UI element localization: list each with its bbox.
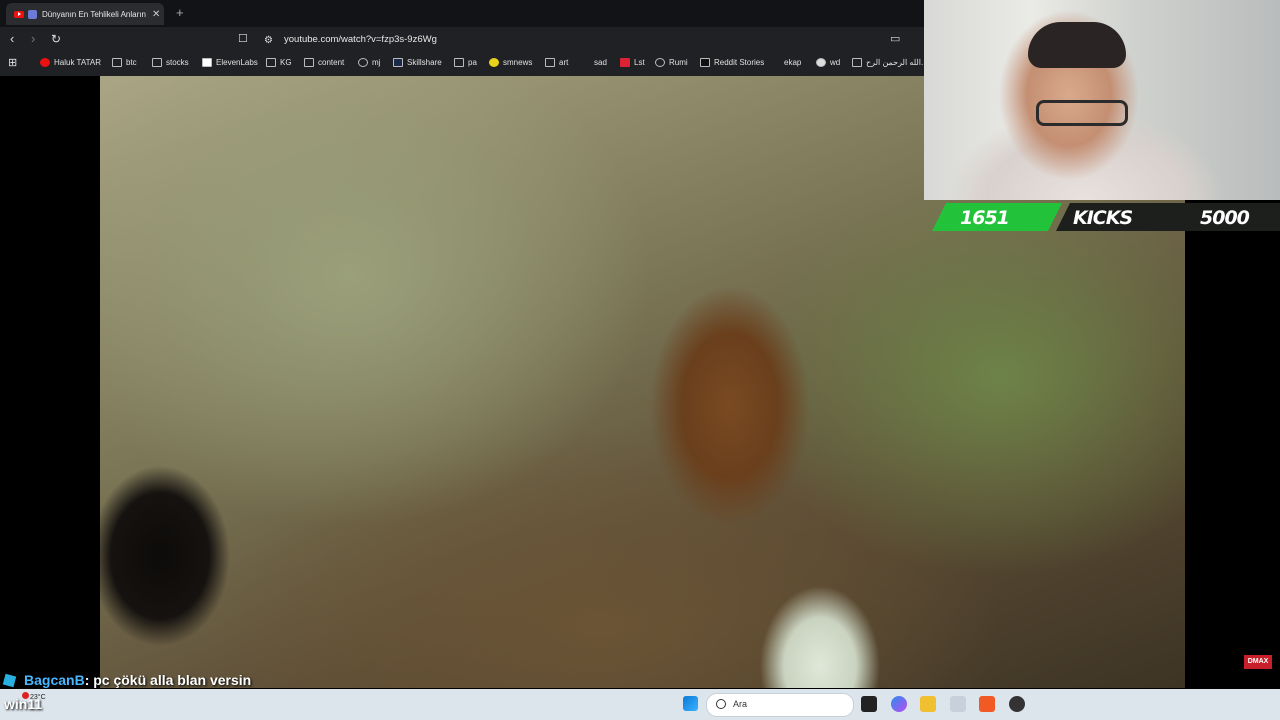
browser-window: Dünyanın En Tehlikeli Anların ✕ + ‹ › ↻ … xyxy=(0,0,928,76)
bookmark-item[interactable]: ekap xyxy=(774,58,801,67)
forward-icon[interactable]: › xyxy=(31,32,35,46)
snipping-tool-icon[interactable] xyxy=(950,696,966,712)
new-tab-button[interactable]: + xyxy=(176,5,184,20)
folder-icon xyxy=(112,58,122,67)
youtube-icon xyxy=(40,58,50,67)
bookmark-item[interactable]: Lst xyxy=(620,58,645,67)
streamer-glasses xyxy=(1036,100,1128,126)
bookmarks-bar: ⊞ Haluk TATAR btc stocks ElevenLabs KG c… xyxy=(0,53,928,74)
folder-icon xyxy=(454,58,464,67)
task-view-icon[interactable] xyxy=(861,696,877,712)
bookmark-folder[interactable]: art xyxy=(545,58,568,67)
navigation-bar: ‹ › ↻ ☐ ⚙ youtube.com/watch?v=fzp3s-9z6W… xyxy=(0,27,924,53)
bookmark-item[interactable]: Haluk TATAR xyxy=(40,58,101,67)
folder-icon xyxy=(152,58,162,67)
github-icon xyxy=(358,58,368,67)
back-icon[interactable]: ‹ xyxy=(10,32,14,46)
address-bar[interactable]: youtube.com/watch?v=fzp3s-9z6Wg xyxy=(284,34,437,45)
folder-icon xyxy=(304,58,314,67)
chat-username: BagcanB xyxy=(24,672,85,688)
bookmark-item[interactable]: smnews xyxy=(489,58,532,67)
pen-icon xyxy=(774,59,780,66)
chat-text: : pc çökü alla blan versin xyxy=(84,672,252,688)
extension-icon xyxy=(28,9,37,19)
bookmark-item[interactable]: sad xyxy=(584,58,607,67)
video-letterbox-left xyxy=(0,76,100,688)
chat-message: BagcanB : pc çökü alla blan versin xyxy=(2,672,252,688)
reload-icon[interactable]: ↻ xyxy=(51,32,61,46)
search-placeholder: Ara xyxy=(733,699,748,709)
kicks-current-count: 1651 xyxy=(960,207,1010,229)
skillshare-icon xyxy=(393,58,403,67)
cast-icon[interactable]: ▭ xyxy=(890,32,900,46)
tab-title: Dünyanın En Tehlikeli Anların xyxy=(42,9,146,19)
elevenlabs-icon xyxy=(202,58,212,67)
bookmark-item[interactable]: ElevenLabs xyxy=(202,58,258,67)
apps-grid-icon[interactable]: ⊞ xyxy=(8,56,17,69)
site-settings-icon[interactable]: ⚙ xyxy=(264,34,273,48)
bookmark-item[interactable]: Rumi xyxy=(655,58,688,67)
bookmark-item[interactable]: mj xyxy=(358,58,380,67)
tab-bar: Dünyanın En Tehlikeli Anların ✕ + xyxy=(0,0,924,27)
brave-browser-icon[interactable] xyxy=(979,696,995,712)
copilot-icon[interactable] xyxy=(891,696,907,712)
bookmark-item[interactable]: Skillshare xyxy=(393,58,442,67)
obs-icon[interactable] xyxy=(1009,696,1025,712)
folder-icon xyxy=(545,58,555,67)
bookmark-icon[interactable]: ☐ xyxy=(238,32,248,46)
bookmark-item[interactable]: الله الرحمن الرح... xyxy=(852,58,928,67)
s-logo-icon xyxy=(620,58,630,67)
wd-icon xyxy=(816,58,826,67)
streamer-hair xyxy=(1028,22,1126,68)
bookmark-folder[interactable]: stocks xyxy=(152,58,189,67)
bookmark-folder[interactable]: pa xyxy=(454,58,477,67)
bookmark-item[interactable]: Reddit Stories xyxy=(700,58,764,67)
weather-temperature: 23°C xyxy=(30,694,46,701)
kicks-goal-count: 5000 xyxy=(1200,207,1250,229)
reddit-stories-icon xyxy=(700,58,710,67)
globe-icon xyxy=(655,58,665,67)
folder-icon xyxy=(266,58,276,67)
pen-icon xyxy=(584,59,590,66)
kicks-label: KICKS xyxy=(1073,207,1133,229)
start-button-icon[interactable] xyxy=(683,696,698,711)
tab-active[interactable]: Dünyanın En Tehlikeli Anların ✕ xyxy=(6,3,164,25)
smiley-icon xyxy=(489,58,499,67)
youtube-icon xyxy=(14,10,24,18)
bookmark-folder[interactable]: content xyxy=(304,58,344,67)
channel-watermark: DMAX xyxy=(1244,655,1272,669)
file-explorer-icon[interactable] xyxy=(920,696,936,712)
search-icon xyxy=(716,699,726,709)
taskbar-search[interactable]: Ara xyxy=(706,693,854,717)
kicks-goal-bar: 1651 KICKS 5000 xyxy=(932,200,1280,234)
bookmark-item[interactable]: wd xyxy=(816,58,840,67)
subscriber-badge-icon xyxy=(2,673,17,687)
close-tab-icon[interactable]: ✕ xyxy=(152,9,160,20)
page-icon xyxy=(852,58,862,67)
bookmark-folder[interactable]: btc xyxy=(112,58,137,67)
bookmark-folder[interactable]: KG xyxy=(266,58,292,67)
windows-taskbar: Ara xyxy=(0,689,1280,720)
